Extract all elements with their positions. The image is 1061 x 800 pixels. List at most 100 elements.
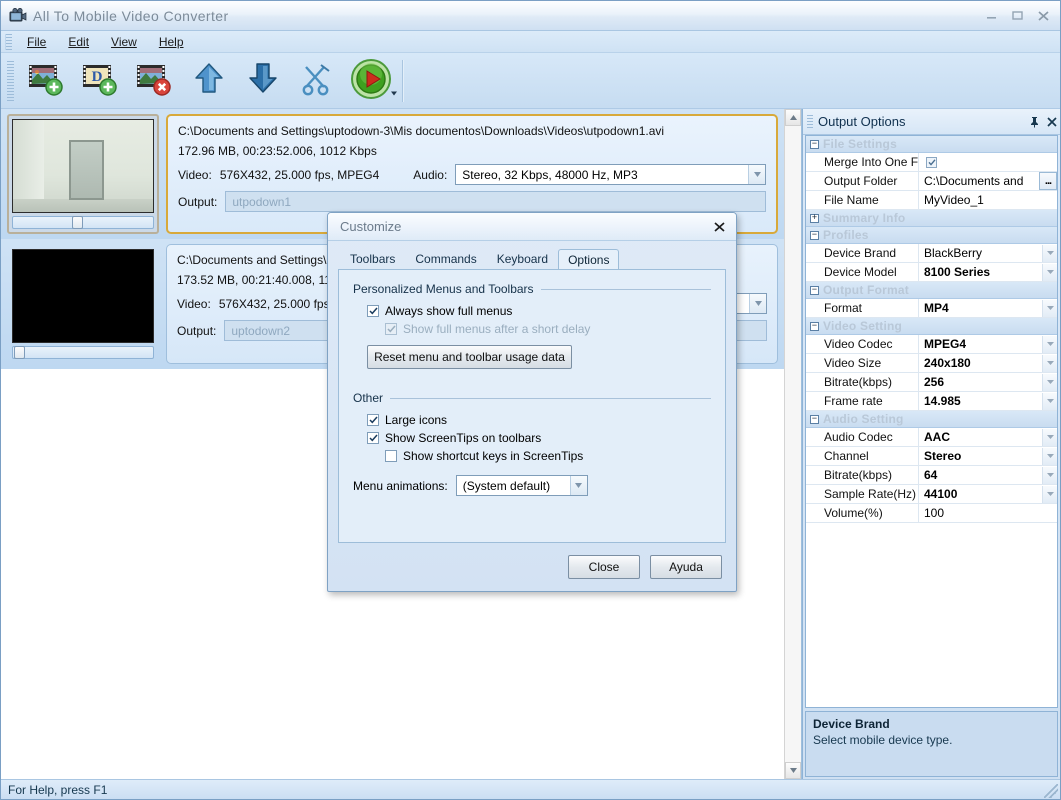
dialog-close-icon[interactable] [708, 217, 730, 237]
chevron-down-icon[interactable] [1042, 447, 1057, 465]
property-value[interactable]: MyVideo_1 [919, 191, 1057, 209]
collapse-icon[interactable]: − [810, 414, 819, 424]
thumbnail-container[interactable] [7, 114, 159, 234]
dock-grip[interactable] [807, 114, 813, 129]
move-down-button[interactable] [236, 57, 290, 105]
menu-file[interactable]: File [16, 32, 57, 52]
property-value[interactable] [919, 153, 1057, 171]
property-value[interactable]: 240x180 [919, 354, 1057, 372]
collapse-icon[interactable]: − [810, 139, 819, 149]
tab-commands[interactable]: Commands [405, 248, 486, 269]
chevron-down-icon[interactable] [1042, 244, 1057, 262]
property-value[interactable]: AAC [919, 428, 1057, 446]
property-row[interactable]: Sample Rate(Hz) 44100 [806, 485, 1057, 504]
toolbar-grip[interactable] [7, 60, 14, 101]
chevron-down-icon[interactable] [1042, 428, 1057, 446]
property-row[interactable]: Audio Codec AAC [806, 428, 1057, 447]
show-screentips-row[interactable]: Show ScreenTips on toolbars [367, 431, 711, 445]
slider-thumb[interactable] [14, 346, 26, 359]
chevron-down-icon[interactable] [1042, 485, 1057, 503]
property-group-header[interactable]: − Profiles [806, 227, 1057, 244]
chevron-down-icon[interactable] [1042, 299, 1057, 317]
menu-view[interactable]: View [100, 32, 148, 52]
move-up-button[interactable] [182, 57, 236, 105]
property-row[interactable]: Format MP4 [806, 299, 1057, 318]
add-dvd-button[interactable]: D [74, 57, 128, 105]
close-button[interactable] [1030, 6, 1056, 26]
chevron-down-icon[interactable] [1042, 373, 1057, 391]
remove-video-button[interactable] [128, 57, 182, 105]
tab-keyboard[interactable]: Keyboard [487, 248, 558, 269]
property-value[interactable]: 14.985 [919, 392, 1057, 410]
property-value[interactable]: 64 [919, 466, 1057, 484]
property-value[interactable]: MP4 [919, 299, 1057, 317]
scrollbar-track[interactable] [785, 126, 801, 762]
thumbnail-seek-slider[interactable] [12, 346, 154, 359]
checkbox-checked-icon[interactable] [926, 156, 937, 168]
minimize-button[interactable] [978, 6, 1004, 26]
chevron-down-icon[interactable] [1042, 263, 1057, 281]
property-row[interactable]: Device Brand BlackBerry [806, 244, 1057, 263]
file-list-scrollbar[interactable] [784, 109, 801, 779]
property-value[interactable]: 44100 [919, 485, 1057, 503]
menu-help[interactable]: Help [148, 32, 195, 52]
property-row[interactable]: Channel Stereo [806, 447, 1057, 466]
property-value[interactable]: 8100 Series [919, 263, 1057, 281]
tab-options[interactable]: Options [558, 249, 620, 270]
collapse-icon[interactable]: − [810, 321, 819, 331]
always-show-full-menus-row[interactable]: Always show full menus [367, 304, 711, 318]
expand-icon[interactable]: + [810, 213, 819, 223]
dialog-close-button[interactable]: Close [568, 555, 640, 579]
property-group-header[interactable]: + Summary Info [806, 210, 1057, 227]
property-group-header[interactable]: − Video Setting [806, 318, 1057, 335]
property-row[interactable]: Merge Into One File [806, 153, 1057, 172]
collapse-icon[interactable]: − [810, 285, 819, 295]
checkbox-checked-icon[interactable] [367, 414, 379, 426]
property-row[interactable]: Output Folder C:\Documents and... [806, 172, 1057, 191]
property-value[interactable]: 100 [919, 504, 1057, 522]
thumbnail-container[interactable] [7, 244, 159, 364]
chevron-down-icon[interactable] [1042, 392, 1057, 410]
menu-animations-dropdown[interactable]: (System default) [455, 475, 588, 496]
property-group-header[interactable]: − Output Format [806, 282, 1057, 299]
checkbox-checked-icon[interactable] [367, 305, 379, 317]
property-row[interactable]: Bitrate(kbps) 256 [806, 373, 1057, 392]
browse-folder-button[interactable]: ... [1039, 172, 1057, 190]
scroll-up-icon[interactable] [785, 109, 801, 126]
property-row[interactable]: Frame rate 14.985 [806, 392, 1057, 411]
dialog-help-button[interactable]: Ayuda [650, 555, 722, 579]
resize-grip[interactable] [1044, 784, 1058, 798]
collapse-icon[interactable]: − [810, 230, 819, 240]
slider-thumb[interactable] [71, 216, 83, 229]
checkbox-unchecked-icon[interactable] [385, 450, 397, 462]
property-row[interactable]: Video Size 240x180 [806, 354, 1057, 373]
cut-clip-button[interactable] [290, 57, 344, 105]
property-value[interactable]: C:\Documents and... [919, 172, 1057, 190]
add-video-button[interactable] [20, 57, 74, 105]
toolbar-overflow-button[interactable] [389, 87, 399, 97]
property-value[interactable]: Stereo [919, 447, 1057, 465]
menu-edit[interactable]: Edit [57, 32, 100, 52]
property-row[interactable]: Bitrate(kbps) 64 [806, 466, 1057, 485]
property-row[interactable]: File Name MyVideo_1 [806, 191, 1057, 210]
property-group-header[interactable]: − Audio Setting [806, 411, 1057, 428]
show-shortcut-keys-row[interactable]: Show shortcut keys in ScreenTips [385, 449, 711, 463]
property-value[interactable]: BlackBerry [919, 244, 1057, 262]
chevron-down-icon[interactable] [749, 294, 766, 313]
maximize-button[interactable] [1004, 6, 1030, 26]
property-row[interactable]: Device Model 8100 Series [806, 263, 1057, 282]
output-name-input[interactable]: utpodown1 [225, 191, 766, 212]
property-row[interactable]: Video Codec MPEG4 [806, 335, 1057, 354]
reset-usage-data-button[interactable]: Reset menu and toolbar usage data [367, 345, 572, 369]
pin-icon[interactable] [1026, 113, 1043, 130]
chevron-down-icon[interactable] [748, 165, 765, 184]
audio-stream-dropdown[interactable]: Stereo, 32 Kbps, 48000 Hz, MP3 [455, 164, 766, 185]
chevron-down-icon[interactable] [1042, 335, 1057, 353]
property-row[interactable]: Volume(%) 100 [806, 504, 1057, 523]
scroll-down-icon[interactable] [785, 762, 801, 779]
chevron-down-icon[interactable] [569, 476, 587, 495]
chevron-down-icon[interactable] [1042, 466, 1057, 484]
property-value[interactable]: 256 [919, 373, 1057, 391]
menubar-grip[interactable] [5, 33, 12, 50]
chevron-down-icon[interactable] [1042, 354, 1057, 372]
